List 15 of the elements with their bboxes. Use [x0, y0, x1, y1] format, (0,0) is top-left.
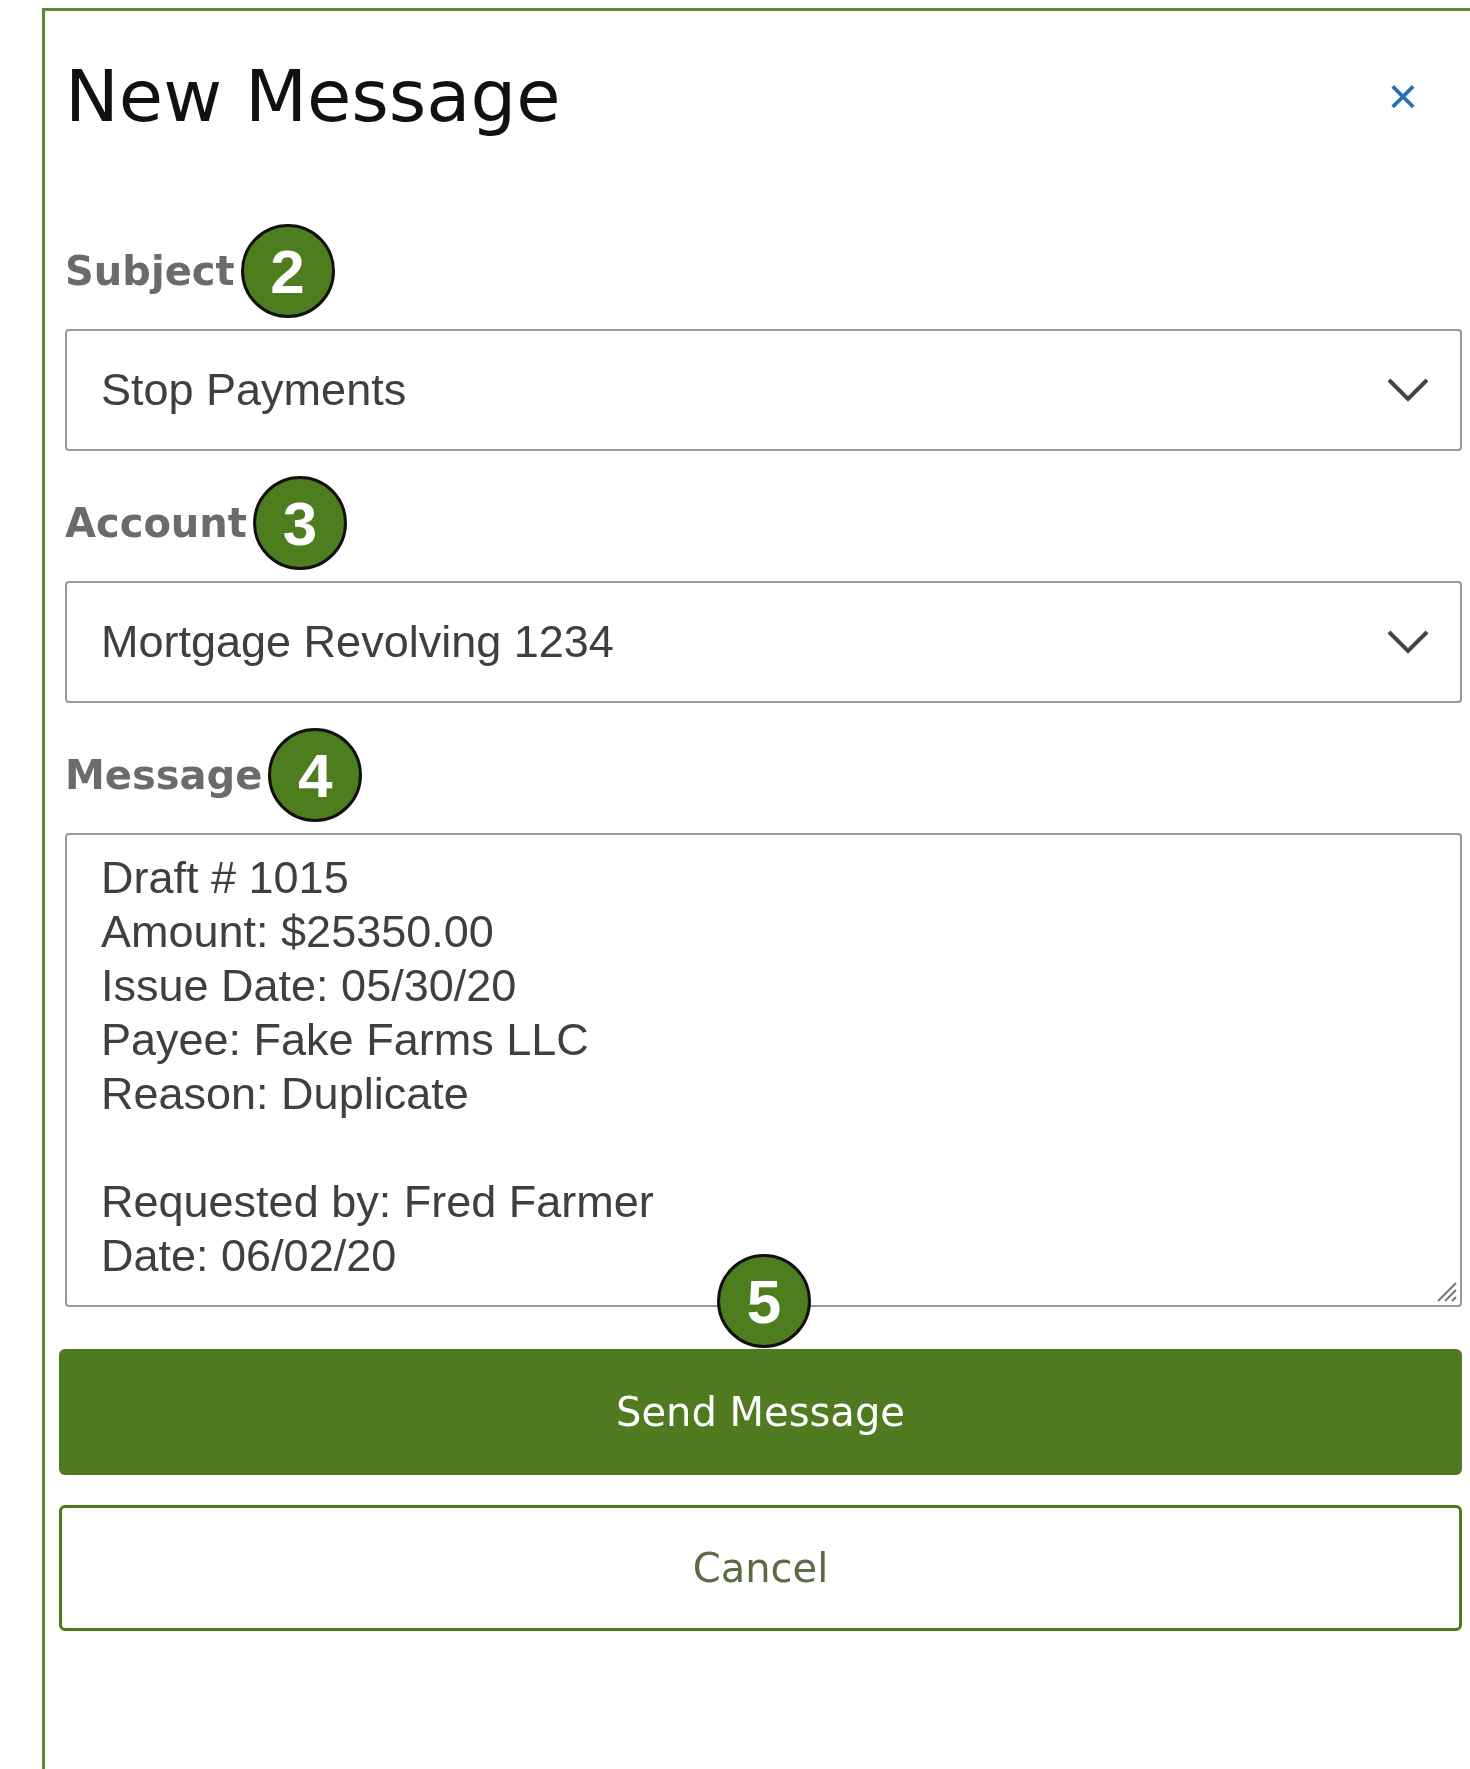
close-button[interactable]: × — [1363, 66, 1442, 126]
dialog-title: New Message — [65, 54, 561, 138]
field-label: Account — [65, 500, 247, 546]
dropdown-field[interactable]: Stop Payments — [65, 329, 1462, 451]
chevron-down-icon — [1386, 629, 1430, 655]
field-label: Subject — [65, 248, 235, 294]
dropdown-field[interactable]: Mortgage Revolving 1234 — [65, 581, 1462, 703]
step-badge: 2 — [240, 224, 335, 318]
cancel-button[interactable]: Cancel — [59, 1505, 1462, 1631]
chevron-down-icon — [1386, 377, 1430, 403]
field-label: Message — [65, 752, 263, 798]
step-badge: 4 — [268, 728, 363, 822]
step-badge: 5 — [717, 1254, 811, 1348]
step-badge: 3 — [252, 476, 347, 570]
send-message-button[interactable]: Send Message — [59, 1349, 1462, 1475]
